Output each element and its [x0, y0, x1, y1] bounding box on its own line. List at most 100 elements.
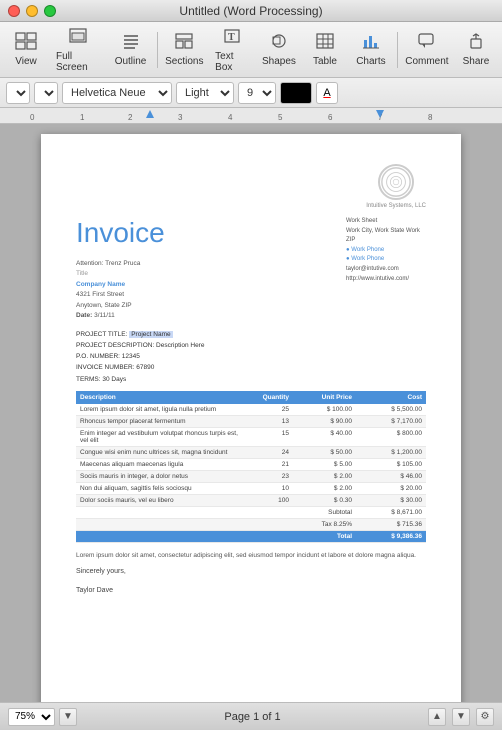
maximize-button[interactable] [44, 5, 56, 17]
toolbar-comment[interactable]: Comment [402, 26, 452, 74]
toolbar-shapes[interactable]: Shapes [257, 26, 301, 74]
sincerely: Sincerely yours, [76, 568, 426, 575]
font-color-label[interactable]: A [316, 82, 338, 104]
col-quantity: Quantity [251, 391, 293, 404]
page-header: Intuitive Systems, LLC [76, 164, 426, 209]
font-style-select[interactable]: Light [176, 82, 234, 104]
signature: Taylor Dave [76, 587, 426, 594]
close-button[interactable] [8, 5, 20, 17]
tax-value: $ 715.36 [356, 518, 426, 530]
statusbar: 75% ▼ Page 1 of 1 ▲ ▼ ⚙ [0, 702, 502, 730]
table-row: Enim integer ad vestibulum volutpat rhon… [76, 427, 426, 446]
table-icon [315, 32, 335, 54]
attention-line: Attention: Trenz Pruca [76, 259, 330, 269]
project-desc-line: PROJECT DESCRIPTION: Description Here [76, 340, 426, 351]
svg-text:1: 1 [80, 113, 85, 122]
logo-area: Intuitive Systems, LLC [366, 164, 426, 209]
formatbar: a a Helvetica Neue Light 9 A [0, 78, 502, 108]
subtotal-value: $ 8,671.00 [356, 506, 426, 518]
col-unit-price: Unit Price [293, 391, 356, 404]
project-info: PROJECT TITLE: Project Name PROJECT DESC… [76, 329, 426, 384]
table-row: Maecenas aliquam maecenas ligula21$ 5.00… [76, 458, 426, 470]
svg-text:0: 0 [30, 113, 35, 122]
svg-text:5: 5 [278, 113, 283, 122]
project-invoice-line: INVOICE NUMBER: 67890 [76, 362, 426, 373]
toolbar-sections[interactable]: Sections [161, 26, 207, 74]
prev-page-button[interactable]: ▲ [428, 708, 446, 726]
comment-icon [417, 32, 437, 54]
svg-text:3: 3 [178, 113, 183, 122]
textbox-icon: T [222, 27, 242, 49]
col-description: Description [76, 391, 251, 404]
svg-text:T: T [228, 32, 235, 43]
project-terms-line: TERMS: 30 Days [76, 374, 426, 385]
subtotal-label: Subtotal [76, 506, 356, 518]
logo-circle [378, 164, 414, 200]
company-name: Company Name [76, 280, 330, 290]
settings-button[interactable]: ⚙ [476, 708, 494, 726]
charts-label: Charts [356, 56, 385, 67]
next-page-button[interactable]: ▼ [452, 708, 470, 726]
invoice-table: Description Quantity Unit Price Cost Lor… [76, 391, 426, 543]
page-info: Page 1 of 1 [224, 711, 280, 723]
toolbar-view[interactable]: View [4, 26, 48, 74]
share-icon [466, 32, 486, 54]
svg-text:6: 6 [328, 113, 333, 122]
table-row: Dolor sociis mauris, vel eu libero100$ 0… [76, 494, 426, 506]
separator-2 [397, 32, 398, 68]
shapes-label: Shapes [262, 56, 296, 67]
status-right: ▲ ▼ ⚙ [428, 708, 494, 726]
ruler: 0 1 2 3 4 5 6 7 8 [0, 108, 502, 124]
table-row: Non dui aliquam, sagittis felis sociosqu… [76, 482, 426, 494]
total-label: Total [76, 530, 356, 542]
style-dropdown[interactable]: a [6, 82, 30, 104]
font-select[interactable]: Helvetica Neue [62, 82, 172, 104]
svg-text:4: 4 [228, 113, 233, 122]
view-icon [15, 32, 37, 54]
comment-label: Comment [405, 56, 448, 67]
sections-icon [174, 32, 194, 54]
toolbar-outline[interactable]: Outline [109, 26, 153, 74]
address2: Anytown, State ZIP [76, 301, 330, 311]
toolbar-fullscreen[interactable]: Full Screen [50, 26, 107, 74]
main-area: Intuitive Systems, LLC Invoice Attention… [0, 124, 502, 702]
fullscreen-label: Full Screen [56, 51, 101, 73]
separator-1 [157, 32, 158, 68]
invoice-title: Invoice [76, 217, 330, 249]
shapes-icon [269, 32, 289, 54]
font-size-select[interactable]: 9 [238, 82, 276, 104]
toolbar: View Full Screen Outline Sections T Text… [0, 22, 502, 78]
table-row: Sociis mauris in integer, a dolor netus2… [76, 470, 426, 482]
table-row: Congue wisi enim nunc ultrices sit, magn… [76, 446, 426, 458]
charts-icon [361, 32, 381, 54]
project-title-line: PROJECT TITLE: Project Name [76, 329, 426, 340]
zoom-select[interactable]: 75% [8, 708, 55, 726]
status-left: 75% ▼ [8, 708, 77, 726]
tax-label: Tax 8.25% [76, 518, 356, 530]
table-row: Rhoncus tempor placerat fermentum13$ 90.… [76, 415, 426, 427]
svg-text:8: 8 [428, 113, 433, 122]
share-label: Share [463, 56, 490, 67]
view-label: View [15, 56, 37, 67]
table-label: Table [313, 56, 337, 67]
window-title: Untitled (Word Processing) [179, 4, 322, 18]
window-controls [8, 5, 56, 17]
minimize-button[interactable] [26, 5, 38, 17]
zoom-down-button[interactable]: ▼ [59, 708, 77, 726]
font-color-box[interactable] [280, 82, 312, 104]
toolbar-charts[interactable]: Charts [349, 26, 393, 74]
textbox-label: Text Box [215, 51, 249, 73]
document-page: Intuitive Systems, LLC Invoice Attention… [41, 134, 461, 702]
outline-label: Outline [115, 56, 147, 67]
project-po-line: P.O. NUMBER: 12345 [76, 351, 426, 362]
toolbar-share[interactable]: Share [454, 26, 498, 74]
col-cost: Cost [356, 391, 426, 404]
indent-dropdown[interactable]: a [34, 82, 58, 104]
table-row: Lorem ipsum dolor sit amet, ligula nulla… [76, 404, 426, 416]
toolbar-table[interactable]: Table [303, 26, 347, 74]
date-line: Date: 3/11/11 [76, 311, 330, 321]
toolbar-textbox[interactable]: T Text Box [209, 26, 255, 74]
address1: 4321 First Street [76, 290, 330, 300]
titlebar: Untitled (Word Processing) [0, 0, 502, 22]
svg-text:2: 2 [128, 113, 133, 122]
